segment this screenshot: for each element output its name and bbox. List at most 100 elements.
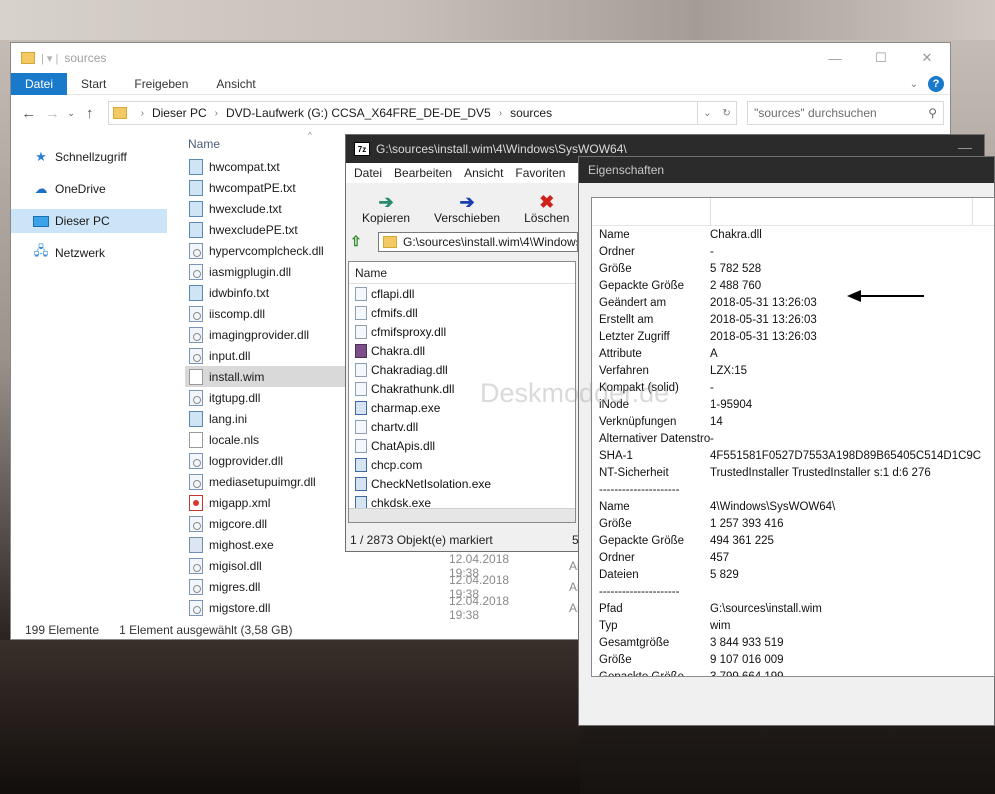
archive-file-name: charmap.exe — [371, 400, 441, 415]
property-row: Pfad G:\sources\install.wim — [592, 600, 994, 617]
column-header-name[interactable]: Name — [349, 262, 575, 284]
property-key: Erstellt am — [599, 313, 654, 326]
window-title: sources — [64, 51, 107, 65]
sevenzip-title: G:\sources\install.wim\4\Windows\SysWOW6… — [376, 142, 627, 156]
forward-arrow-icon[interactable]: → — [41, 105, 65, 122]
minimize-icon[interactable]: — — [958, 139, 972, 155]
file-purple-icon — [355, 343, 367, 358]
nav-item-netzwerk[interactable]: 🖧 Netzwerk — [11, 241, 167, 265]
property-row: SHA-1 4F551581F0527D7553A198D89B65405C514… — [592, 447, 994, 464]
maximize-icon[interactable]: ☐ — [858, 43, 904, 73]
quick-access-toolbar-icon[interactable]: | ▾ | — [41, 52, 58, 65]
tab-datei[interactable]: Datei — [11, 72, 68, 95]
file-name: imagingprovider.dll — [209, 327, 310, 342]
move-button[interactable]: ➔ Verschieben — [434, 193, 500, 225]
tab-start[interactable]: Start — [67, 73, 120, 95]
watermark: Deskmodder.de — [480, 378, 670, 408]
ribbon-expand-icon[interactable]: ⌄ — [910, 79, 918, 90]
file-dll-icon — [189, 557, 203, 574]
property-key: Dateien — [599, 568, 639, 581]
nav-label: Dieser PC — [55, 214, 110, 228]
property-value: 1-95904 — [710, 398, 753, 411]
archive-file-row[interactable]: cflapi.dll — [349, 284, 575, 303]
file-dll-icon — [189, 389, 203, 406]
property-key: Gepackte Größe — [599, 670, 685, 677]
archive-file-row[interactable]: ChatApis.dll — [349, 436, 575, 455]
breadcrumb-sources[interactable]: sources — [510, 106, 552, 120]
breadcrumb-dieser-pc[interactable]: Dieser PC — [152, 106, 207, 120]
property-key: Letzter Zugriff — [599, 330, 670, 343]
property-row: Gepackte Größe 3 799 664 199 — [592, 668, 994, 677]
breadcrumb-chevron-icon[interactable]: › — [141, 108, 144, 119]
address-dropdown-icon[interactable]: ⌄ — [703, 108, 711, 119]
explorer-titlebar: | ▾ | sources — ☐ ✕ — [11, 43, 950, 73]
archive-file-name: chartv.dll — [371, 419, 419, 434]
nav-item-dieser-pc[interactable]: Dieser PC — [11, 209, 167, 233]
archive-file-row[interactable]: chartv.dll — [349, 417, 575, 436]
back-arrow-icon[interactable]: ← — [17, 105, 41, 122]
move-label: Verschieben — [434, 211, 501, 225]
nav-item-onedrive[interactable]: ☁ OneDrive — [11, 177, 167, 201]
breadcrumb-chevron-icon[interactable]: › — [499, 108, 502, 119]
sevenzip-logo-icon: 7z — [354, 142, 370, 156]
search-icon[interactable]: ⚲ — [928, 106, 937, 120]
file-dll-icon — [189, 599, 203, 616]
property-value: - — [710, 381, 714, 394]
nav-item-schnellzugriff[interactable]: ★ Schnellzugriff — [11, 145, 167, 169]
minimize-icon[interactable]: — — [812, 43, 858, 73]
folder-icon — [21, 52, 35, 64]
breadcrumb-dvd-drive[interactable]: DVD-Laufwerk (G:) CCSA_X64FRE_DE-DE_DV5 — [226, 106, 491, 120]
delete-button[interactable]: ✖ Löschen — [524, 193, 569, 225]
file-date: 12.04.2018 19:38 — [449, 593, 510, 622]
column-header-name[interactable]: Name ^ — [188, 131, 312, 151]
menu-datei[interactable]: Datei — [348, 166, 388, 180]
file-row[interactable]: migstore.dll 12.04.2018 19:38 Ar — [185, 594, 581, 622]
archive-file-row[interactable]: chcp.com — [349, 455, 575, 474]
recent-chevron-icon[interactable]: ⌄ — [64, 108, 78, 119]
file-name: input.dll — [209, 348, 251, 363]
breadcrumb-chevron-icon[interactable]: › — [215, 108, 218, 119]
horizontal-scrollbar[interactable] — [349, 508, 575, 522]
file-name: idwbinfo.txt — [209, 285, 270, 300]
property-value: 2 488 760 — [710, 279, 762, 292]
refresh-icon[interactable]: ↻ — [722, 108, 730, 119]
menu-favoriten[interactable]: Favoriten — [509, 166, 571, 180]
up-folder-icon[interactable]: ⇧ — [350, 233, 368, 251]
property-key: Geändert am — [599, 296, 667, 309]
copy-button[interactable]: ➔ Kopieren — [362, 193, 410, 225]
item-count: 199 Elemente — [25, 623, 100, 637]
address-field[interactable]: › Dieser PC › DVD-Laufwerk (G:) CCSA_X64… — [107, 101, 698, 125]
file-name: mighost.exe — [209, 537, 274, 552]
menu-ansicht[interactable]: Ansicht — [458, 166, 509, 180]
file-name: locale.nls — [209, 432, 260, 447]
close-icon[interactable]: ✕ — [904, 43, 950, 73]
sort-caret-icon: ^ — [308, 131, 312, 140]
tab-freigeben[interactable]: Freigeben — [120, 73, 202, 95]
file-dll-icon — [189, 347, 203, 364]
file-dll-icon — [189, 452, 203, 469]
up-arrow-icon[interactable]: ↑ — [78, 105, 102, 122]
file-name: migres.dll — [209, 579, 261, 594]
file-name: hwcompat.txt — [209, 159, 280, 174]
sevenzip-address-field[interactable]: G:\sources\install.wim\4\Windows\SysWOW6… — [378, 232, 578, 252]
property-row: Erstellt am 2018-05-31 13:26:03 — [592, 311, 994, 328]
file-name: itgtupg.dll — [209, 390, 261, 405]
file-row[interactable]: install.wim — [185, 366, 347, 387]
property-value: TrustedInstaller TrustedInstaller s:1 d:… — [710, 466, 931, 479]
property-row: Größe 9 107 016 009 — [592, 651, 994, 668]
property-key: Typ — [599, 619, 618, 632]
archive-file-row[interactable]: cfmifsproxy.dll — [349, 322, 575, 341]
tab-ansicht[interactable]: Ansicht — [202, 73, 269, 95]
search-input[interactable]: "sources" durchsuchen ⚲ — [747, 101, 945, 125]
archive-file-row[interactable]: CheckNetIsolation.exe — [349, 474, 575, 493]
archive-file-row[interactable]: cfmifs.dll — [349, 303, 575, 322]
file-name: lang.ini — [209, 411, 248, 426]
archive-file-row[interactable]: Chakradiag.dll — [349, 360, 575, 379]
archive-file-name: cfmifs.dll — [371, 305, 418, 320]
archive-file-row[interactable]: Chakra.dll — [349, 341, 575, 360]
file-dll-icon — [355, 286, 367, 301]
menu-bearbeiten[interactable]: Bearbeiten — [388, 166, 458, 180]
help-icon[interactable]: ? — [928, 76, 944, 92]
property-key: Ordner — [599, 551, 635, 564]
file-name: mediasetupuimgr.dll — [209, 474, 316, 489]
